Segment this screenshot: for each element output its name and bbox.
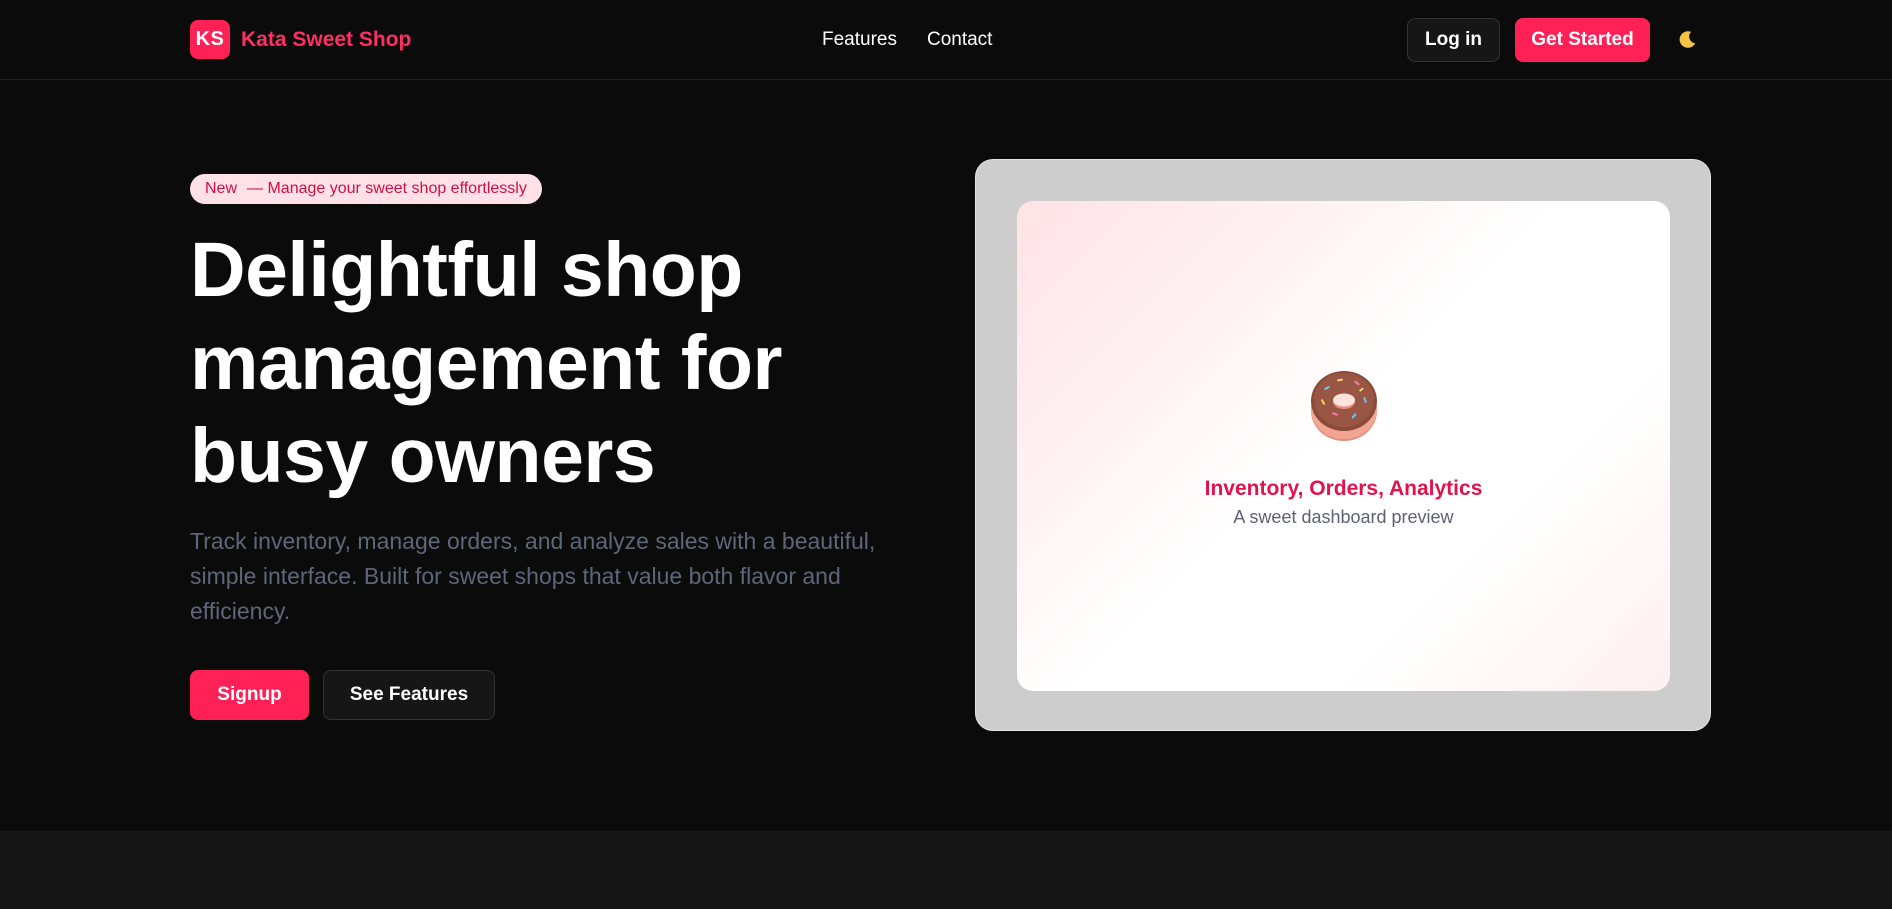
nav-link-contact[interactable]: Contact <box>927 29 992 51</box>
hero-title-line-1: Delightful shop <box>190 227 743 313</box>
get-started-button[interactable]: Get Started <box>1515 18 1650 62</box>
badge-new-tag: New <box>205 180 238 197</box>
brand[interactable]: KS Kata Sweet Shop <box>190 20 411 59</box>
next-section <box>0 831 1892 909</box>
brand-name: Kata Sweet Shop <box>241 27 412 51</box>
see-features-button[interactable]: See Features <box>323 670 495 720</box>
badge-text: — Manage your sweet shop effortlessly <box>247 180 527 197</box>
dashboard-preview-card: Inventory, Orders, Analytics A sweet das… <box>1017 201 1670 691</box>
nav-links: Features Contact <box>822 29 992 51</box>
donut-icon <box>1311 371 1377 441</box>
login-button[interactable]: Log in <box>1407 18 1500 62</box>
preview-subtitle: A sweet dashboard preview <box>1233 507 1454 527</box>
navbar: KS Kata Sweet Shop Features Contact Log … <box>0 0 1892 80</box>
announcement-badge: New — Manage your sweet shop effortlessl… <box>190 174 542 204</box>
hero-title: Delightful shop management for busy owne… <box>190 224 950 503</box>
nav-link-features[interactable]: Features <box>822 29 897 51</box>
hero-description: Track inventory, manage orders, and anal… <box>190 528 876 624</box>
hero-title-line-2: management for <box>190 320 783 406</box>
brand-logo: KS <box>190 20 230 59</box>
preview-title: Inventory, Orders, Analytics <box>1204 477 1483 500</box>
signup-button[interactable]: Signup <box>190 670 309 720</box>
moon-icon <box>1679 31 1696 48</box>
dashboard-preview-frame: Inventory, Orders, Analytics A sweet das… <box>975 159 1711 731</box>
theme-toggle-button[interactable] <box>1674 27 1700 53</box>
hero-title-line-3: busy owners <box>190 413 656 499</box>
